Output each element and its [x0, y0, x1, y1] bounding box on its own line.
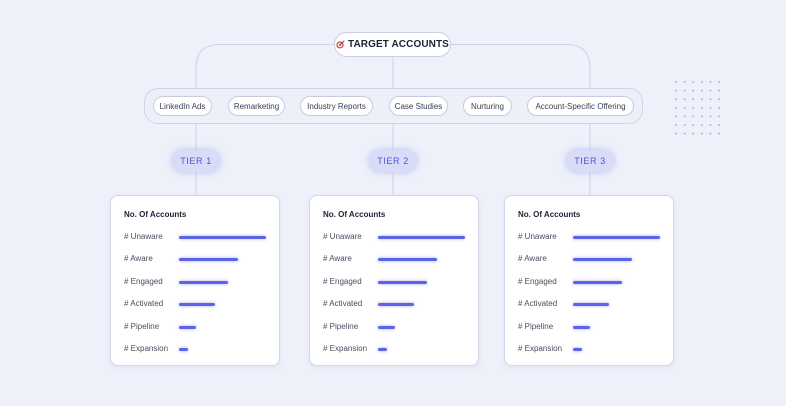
decoration-dot [683, 98, 686, 101]
decoration-dot [692, 106, 695, 109]
channel-chip: Nurturing [463, 96, 512, 116]
metric-bar [179, 258, 238, 262]
metric-label: # Unaware [124, 232, 163, 241]
decoration-dot [700, 132, 703, 135]
metric-label: # Expansion [518, 344, 563, 353]
card-title: No. Of Accounts [323, 210, 386, 219]
metric-label: # Unaware [323, 232, 362, 241]
metric-label: # Aware [124, 254, 153, 264]
metric-bar [378, 236, 465, 239]
decoration-dot [709, 106, 712, 109]
decoration-dot [675, 124, 677, 126]
decoration-dot [709, 115, 712, 118]
metric-label: # Aware [518, 254, 547, 264]
dot-grid-decoration [675, 81, 720, 135]
metric-label: # Engaged [124, 276, 163, 286]
decoration-dot [709, 132, 712, 135]
decoration-dot [700, 115, 703, 118]
decoration-dot [675, 98, 677, 101]
decoration-dot [718, 106, 720, 109]
metric-label: # Activated [124, 299, 164, 309]
metric-bar [378, 303, 414, 307]
decoration-dot [718, 115, 720, 118]
decoration-dot [718, 89, 720, 92]
metric-label: # Pipeline [124, 321, 160, 331]
decoration-dot [718, 98, 720, 101]
metric-bar [378, 280, 427, 284]
decoration-dot [700, 81, 703, 83]
decoration-dot [700, 89, 703, 92]
tier-2-label: TIER 2 [369, 150, 417, 172]
decoration-dot [718, 132, 720, 135]
metric-bar [179, 325, 196, 329]
tier-1-label: TIER 1 [172, 150, 220, 172]
decoration-dot [675, 106, 677, 109]
channel-chip: Account-Specific Offering [527, 96, 634, 116]
decoration-dot [709, 81, 712, 83]
metric-label: # Pipeline [323, 321, 359, 331]
card-title: No. Of Accounts [518, 210, 581, 219]
decoration-dot [683, 106, 686, 109]
channel-chip: Remarketing [228, 96, 285, 116]
metric-label: # Activated [518, 299, 558, 309]
decoration-dot [683, 89, 686, 92]
metric-bar [179, 280, 228, 284]
decoration-dot [709, 124, 712, 126]
decoration-dot [683, 115, 686, 118]
connector-root-left [195, 44, 334, 88]
metric-bar [179, 236, 266, 239]
tier-3-label: TIER 3 [566, 150, 614, 172]
decoration-dot [675, 132, 677, 135]
target-accounts-label: TARGET ACCOUNTS [348, 39, 449, 50]
metric-bar [378, 325, 395, 329]
metric-bar [573, 303, 609, 307]
connector-root-right [451, 44, 591, 88]
target-accounts-node: TARGET ACCOUNTS [334, 32, 451, 57]
decoration-dot [700, 98, 703, 101]
metric-label: # Unaware [518, 232, 557, 241]
decoration-dot [683, 81, 686, 83]
metric-label: # Activated [323, 299, 363, 309]
decoration-dot [675, 89, 677, 92]
metric-label: # Expansion [323, 344, 368, 353]
decoration-dot [683, 132, 686, 135]
metric-bar [179, 303, 215, 307]
decoration-dot [718, 124, 720, 126]
decoration-dot [718, 81, 720, 83]
metric-bar [573, 325, 590, 329]
metric-bar [179, 348, 188, 351]
decoration-dot [675, 115, 677, 118]
channel-chip: Case Studies [389, 96, 448, 116]
decoration-dot [700, 106, 703, 109]
target-icon [336, 40, 345, 49]
metric-bar [573, 280, 622, 284]
metric-label: # Aware [323, 254, 352, 264]
tier-1-card: No. Of Accounts # Unaware # Aware # Engage… [110, 195, 280, 366]
metric-bar [378, 258, 437, 262]
tier-2-card: No. Of Accounts # Unaware # Aware # Engage… [309, 195, 479, 366]
decoration-dot [692, 98, 695, 101]
decoration-dot [692, 124, 695, 126]
decoration-dot [709, 89, 712, 92]
metric-label: # Engaged [323, 276, 362, 286]
decoration-dot [692, 81, 695, 83]
metric-label: # Expansion [124, 344, 169, 353]
metric-bar [573, 236, 660, 239]
channel-chip: LinkedIn Ads [153, 96, 212, 116]
tier-3-card: No. Of Accounts # Unaware # Aware # Engage… [504, 195, 674, 366]
metric-label: # Engaged [518, 276, 557, 286]
card-title: No. Of Accounts [124, 210, 187, 219]
decoration-dot [692, 115, 695, 118]
metric-label: # Pipeline [518, 321, 554, 331]
decoration-dot [709, 98, 712, 101]
decoration-dot [675, 81, 677, 83]
metric-bar [573, 348, 582, 351]
decoration-dot [700, 124, 703, 126]
decoration-dot [683, 124, 686, 126]
metric-bar [573, 258, 632, 262]
decoration-dot [692, 132, 695, 135]
decoration-dot [692, 89, 695, 92]
channel-chip: Industry Reports [300, 96, 373, 116]
metric-bar [378, 348, 387, 351]
